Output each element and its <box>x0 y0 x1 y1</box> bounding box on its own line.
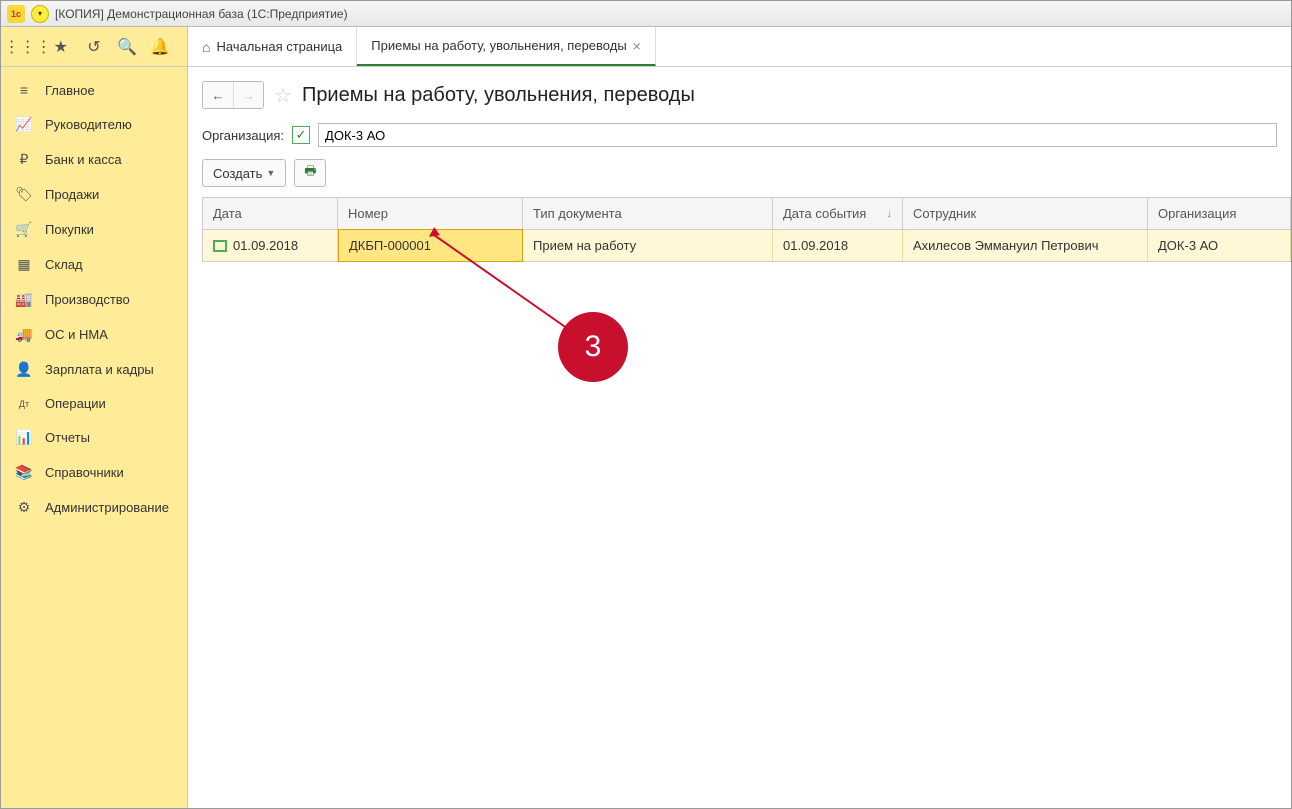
th-number[interactable]: Номер <box>338 198 523 230</box>
sidebar-item-reports[interactable]: 📊 Отчеты <box>1 420 187 455</box>
caret-down-icon: ▼ <box>266 168 275 178</box>
filter-checkbox[interactable]: ✓ <box>292 126 310 144</box>
sidebar-item-manager[interactable]: 📈 Руководителю <box>1 107 187 142</box>
page-title: Приемы на работу, увольнения, переводы <box>302 84 695 107</box>
sidebar-item-label: Администрирование <box>45 500 169 515</box>
bars-icon: 📊 <box>15 429 33 446</box>
sidebar-item-purchases[interactable]: 🛒 Покупки <box>1 212 187 247</box>
td-organization: ДОК-3 АО <box>1148 230 1291 261</box>
search-icon[interactable]: 🔍 <box>117 37 137 57</box>
print-button[interactable]: 🖶 <box>294 159 326 187</box>
sidebar-item-admin[interactable]: ⚙ Администрирование <box>1 490 187 525</box>
sidebar-item-production[interactable]: 🏭 Производство <box>1 282 187 317</box>
ruble-icon: ₽ <box>15 151 33 168</box>
gear-icon: ⚙ <box>15 499 33 516</box>
td-event-date: 01.09.2018 <box>773 230 903 261</box>
back-button[interactable]: ← <box>203 82 233 108</box>
tab-home[interactable]: ⌂ Начальная страница <box>188 27 357 66</box>
forward-button[interactable]: → <box>233 82 263 108</box>
factory-icon: 🏭 <box>15 291 33 308</box>
th-employee[interactable]: Сотрудник <box>903 198 1148 230</box>
sidebar-item-bank[interactable]: ₽ Банк и касса <box>1 142 187 177</box>
cart-icon: 🛒 <box>15 221 33 238</box>
sidebar-item-label: Отчеты <box>45 430 90 445</box>
favorite-star-icon[interactable]: ★ <box>51 37 71 57</box>
sidebar-item-label: Руководителю <box>45 117 132 132</box>
topbar-icons: ⋮⋮⋮ ★ ↺ 🔍 🔔 <box>1 27 188 66</box>
sidebar-item-label: Операции <box>45 396 106 411</box>
home-icon: ⌂ <box>202 39 210 55</box>
books-icon: 📚 <box>15 464 33 481</box>
sidebar-item-operations[interactable]: Дт Операции <box>1 387 187 420</box>
titlebar: 1c ▾ [КОПИЯ] Демонстрационная база (1С:П… <box>1 1 1291 27</box>
sidebar-item-label: Справочники <box>45 465 124 480</box>
tab-active[interactable]: Приемы на работу, увольнения, переводы × <box>357 27 656 66</box>
td-type: Прием на работу <box>523 230 773 261</box>
tag-icon: 🏷 <box>15 186 33 203</box>
annotation-overlay: 3 <box>428 232 828 432</box>
nav-buttons: ← → <box>202 81 264 109</box>
th-organization[interactable]: Организация <box>1148 198 1291 230</box>
app-logo-icon: 1c <box>7 5 25 23</box>
truck-icon: 🚚 <box>15 326 33 343</box>
table-header: Дата Номер Тип документа Дата события↓ С… <box>203 198 1291 230</box>
dtkt-icon: Дт <box>15 399 33 409</box>
grid-icon: ▦ <box>15 256 33 273</box>
sidebar-item-assets[interactable]: 🚚 ОС и НМА <box>1 317 187 352</box>
document-icon <box>213 240 227 252</box>
sidebar-item-label: ОС и НМА <box>45 327 108 342</box>
create-button[interactable]: Создать ▼ <box>202 159 286 187</box>
chart-icon: 📈 <box>15 116 33 133</box>
history-icon[interactable]: ↺ <box>84 37 104 57</box>
sidebar-item-label: Зарплата и кадры <box>45 362 154 377</box>
main-content: ← → ☆ Приемы на работу, увольнения, пере… <box>188 67 1291 808</box>
apps-grid-icon[interactable]: ⋮⋮⋮ <box>18 37 38 57</box>
sidebar-item-main[interactable]: ≡ Главное <box>1 73 187 107</box>
sidebar-item-label: Склад <box>45 257 83 272</box>
bell-icon[interactable]: 🔔 <box>150 37 170 57</box>
favorite-toggle-icon[interactable]: ☆ <box>274 83 292 108</box>
sidebar-item-catalogs[interactable]: 📚 Справочники <box>1 455 187 490</box>
filter-label: Организация: <box>202 128 284 143</box>
sidebar: ≡ Главное 📈 Руководителю ₽ Банк и касса 🏷 Пр… <box>1 67 188 808</box>
sidebar-item-warehouse[interactable]: ▦ Склад <box>1 247 187 282</box>
person-icon: 👤 <box>15 361 33 378</box>
sidebar-item-label: Производство <box>45 292 130 307</box>
th-type[interactable]: Тип документа <box>523 198 773 230</box>
td-employee: Ахилесов Эммануил Петрович <box>903 230 1148 261</box>
sidebar-item-label: Покупки <box>45 222 94 237</box>
create-button-label: Создать <box>213 166 262 181</box>
sidebar-item-label: Банк и касса <box>45 152 122 167</box>
tab-close-icon[interactable]: × <box>633 38 641 54</box>
sort-arrow-down-icon: ↓ <box>887 208 893 220</box>
td-date: 01.09.2018 <box>203 230 338 261</box>
window-title: [КОПИЯ] Демонстрационная база (1С:Предпр… <box>55 7 348 21</box>
table-row[interactable]: 01.09.2018 ДКБП-000001 Прием на работу 0… <box>203 230 1291 261</box>
documents-table: Дата Номер Тип документа Дата события↓ С… <box>202 197 1291 262</box>
sidebar-item-hr[interactable]: 👤 Зарплата и кадры <box>1 352 187 387</box>
sidebar-item-label: Продажи <box>45 187 99 202</box>
tab-active-label: Приемы на работу, увольнения, переводы <box>371 38 626 53</box>
annotation-badge: 3 <box>558 312 628 382</box>
sidebar-item-label: Главное <box>45 83 95 98</box>
print-icon: 🖶 <box>304 162 316 184</box>
th-event-date[interactable]: Дата события↓ <box>773 198 903 230</box>
th-date[interactable]: Дата <box>203 198 338 230</box>
topbar: ⋮⋮⋮ ★ ↺ 🔍 🔔 ⌂ Начальная страница Приемы … <box>1 27 1291 67</box>
menu-icon: ≡ <box>15 82 33 98</box>
app-menu-dropdown[interactable]: ▾ <box>31 5 49 23</box>
tabs: ⌂ Начальная страница Приемы на работу, у… <box>188 27 656 66</box>
td-number: ДКБП-000001 <box>338 229 523 262</box>
sidebar-item-sales[interactable]: 🏷 Продажи <box>1 177 187 212</box>
tab-home-label: Начальная страница <box>216 39 342 54</box>
organization-input[interactable] <box>318 123 1277 147</box>
